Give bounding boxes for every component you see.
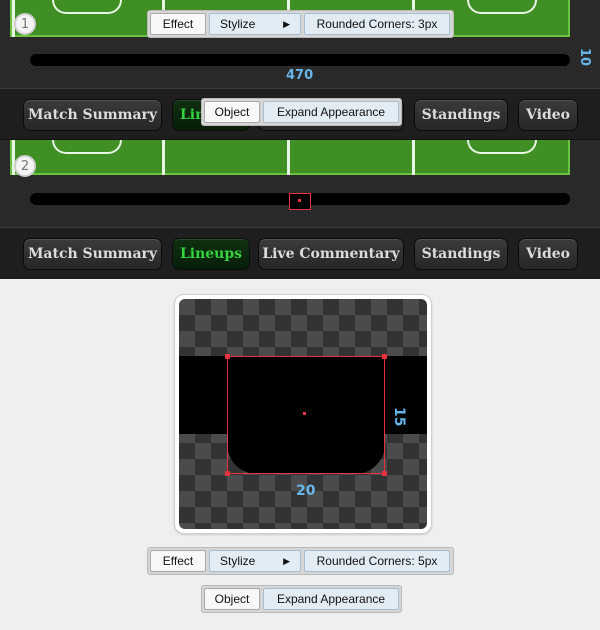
stylize-submenu[interactable]: Stylize ▶ <box>209 550 301 572</box>
bar-height-label: 10 <box>577 48 592 67</box>
effect-menu[interactable]: Effect <box>150 13 206 35</box>
stylize-submenu[interactable]: Stylize ▶ <box>209 13 301 35</box>
tab-live-commentary[interactable]: Live Commentary <box>258 238 404 270</box>
step-1-panel: 1 10 470 Match Summary Lineups Live Comm… <box>0 0 600 139</box>
center-point <box>298 199 301 202</box>
expand-appearance-item[interactable]: Expand Appearance <box>263 101 399 123</box>
transparency-grid: 15 20 <box>179 299 427 529</box>
object-menu-bar: Object Expand Appearance <box>201 98 402 126</box>
rect-width-label: 20 <box>296 483 316 499</box>
tab-video[interactable]: Video <box>518 238 578 270</box>
expand-appearance-item[interactable]: Expand Appearance <box>263 588 399 610</box>
selection-box <box>227 356 385 474</box>
stylize-label: Stylize <box>220 554 256 568</box>
step-2-panel: 2 Match Summary Lineups Live Commentary … <box>0 139 600 279</box>
object-menu-bar: Object Expand Appearance <box>201 585 402 613</box>
anchor-bottom-right <box>382 471 387 476</box>
center-point <box>303 412 306 415</box>
tab-lineups[interactable]: Lineups <box>172 238 250 270</box>
football-pitch <box>10 140 570 175</box>
effect-menu-bar: Effect Stylize ▶ Rounded Corners: 5px <box>147 547 454 575</box>
effect-menu[interactable]: Effect <box>150 550 206 572</box>
zoomed-detail-tile: 15 20 <box>174 294 432 534</box>
rounded-corners-item[interactable]: Rounded Corners: 5px <box>304 550 450 572</box>
rect-height-label: 15 <box>391 407 407 427</box>
effect-menu-bar: Effect Stylize ▶ Rounded Corners: 3px <box>147 10 454 38</box>
progress-bar-shape <box>30 54 570 66</box>
tab-standings[interactable]: Standings <box>414 99 508 131</box>
object-menu[interactable]: Object <box>204 588 260 610</box>
selected-rounded-rect <box>289 193 311 210</box>
anchor-bottom-left <box>225 471 230 476</box>
stylize-label: Stylize <box>220 17 256 31</box>
submenu-arrow-icon: ▶ <box>283 555 290 566</box>
rounded-corners-item[interactable]: Rounded Corners: 3px <box>304 13 450 35</box>
anchor-top-right <box>382 354 387 359</box>
tab-match-summary[interactable]: Match Summary <box>23 238 162 270</box>
tab-match-summary[interactable]: Match Summary <box>23 99 162 131</box>
tab-video[interactable]: Video <box>518 99 578 131</box>
anchor-top-left <box>225 354 230 359</box>
object-menu[interactable]: Object <box>204 101 260 123</box>
step-number-badge: 2 <box>14 155 36 177</box>
bar-width-label: 470 <box>286 68 314 83</box>
match-nav: Match Summary Lineups Live Commentary St… <box>0 227 600 279</box>
step-number-badge: 1 <box>14 13 36 35</box>
tab-standings[interactable]: Standings <box>414 238 508 270</box>
submenu-arrow-icon: ▶ <box>283 18 290 29</box>
